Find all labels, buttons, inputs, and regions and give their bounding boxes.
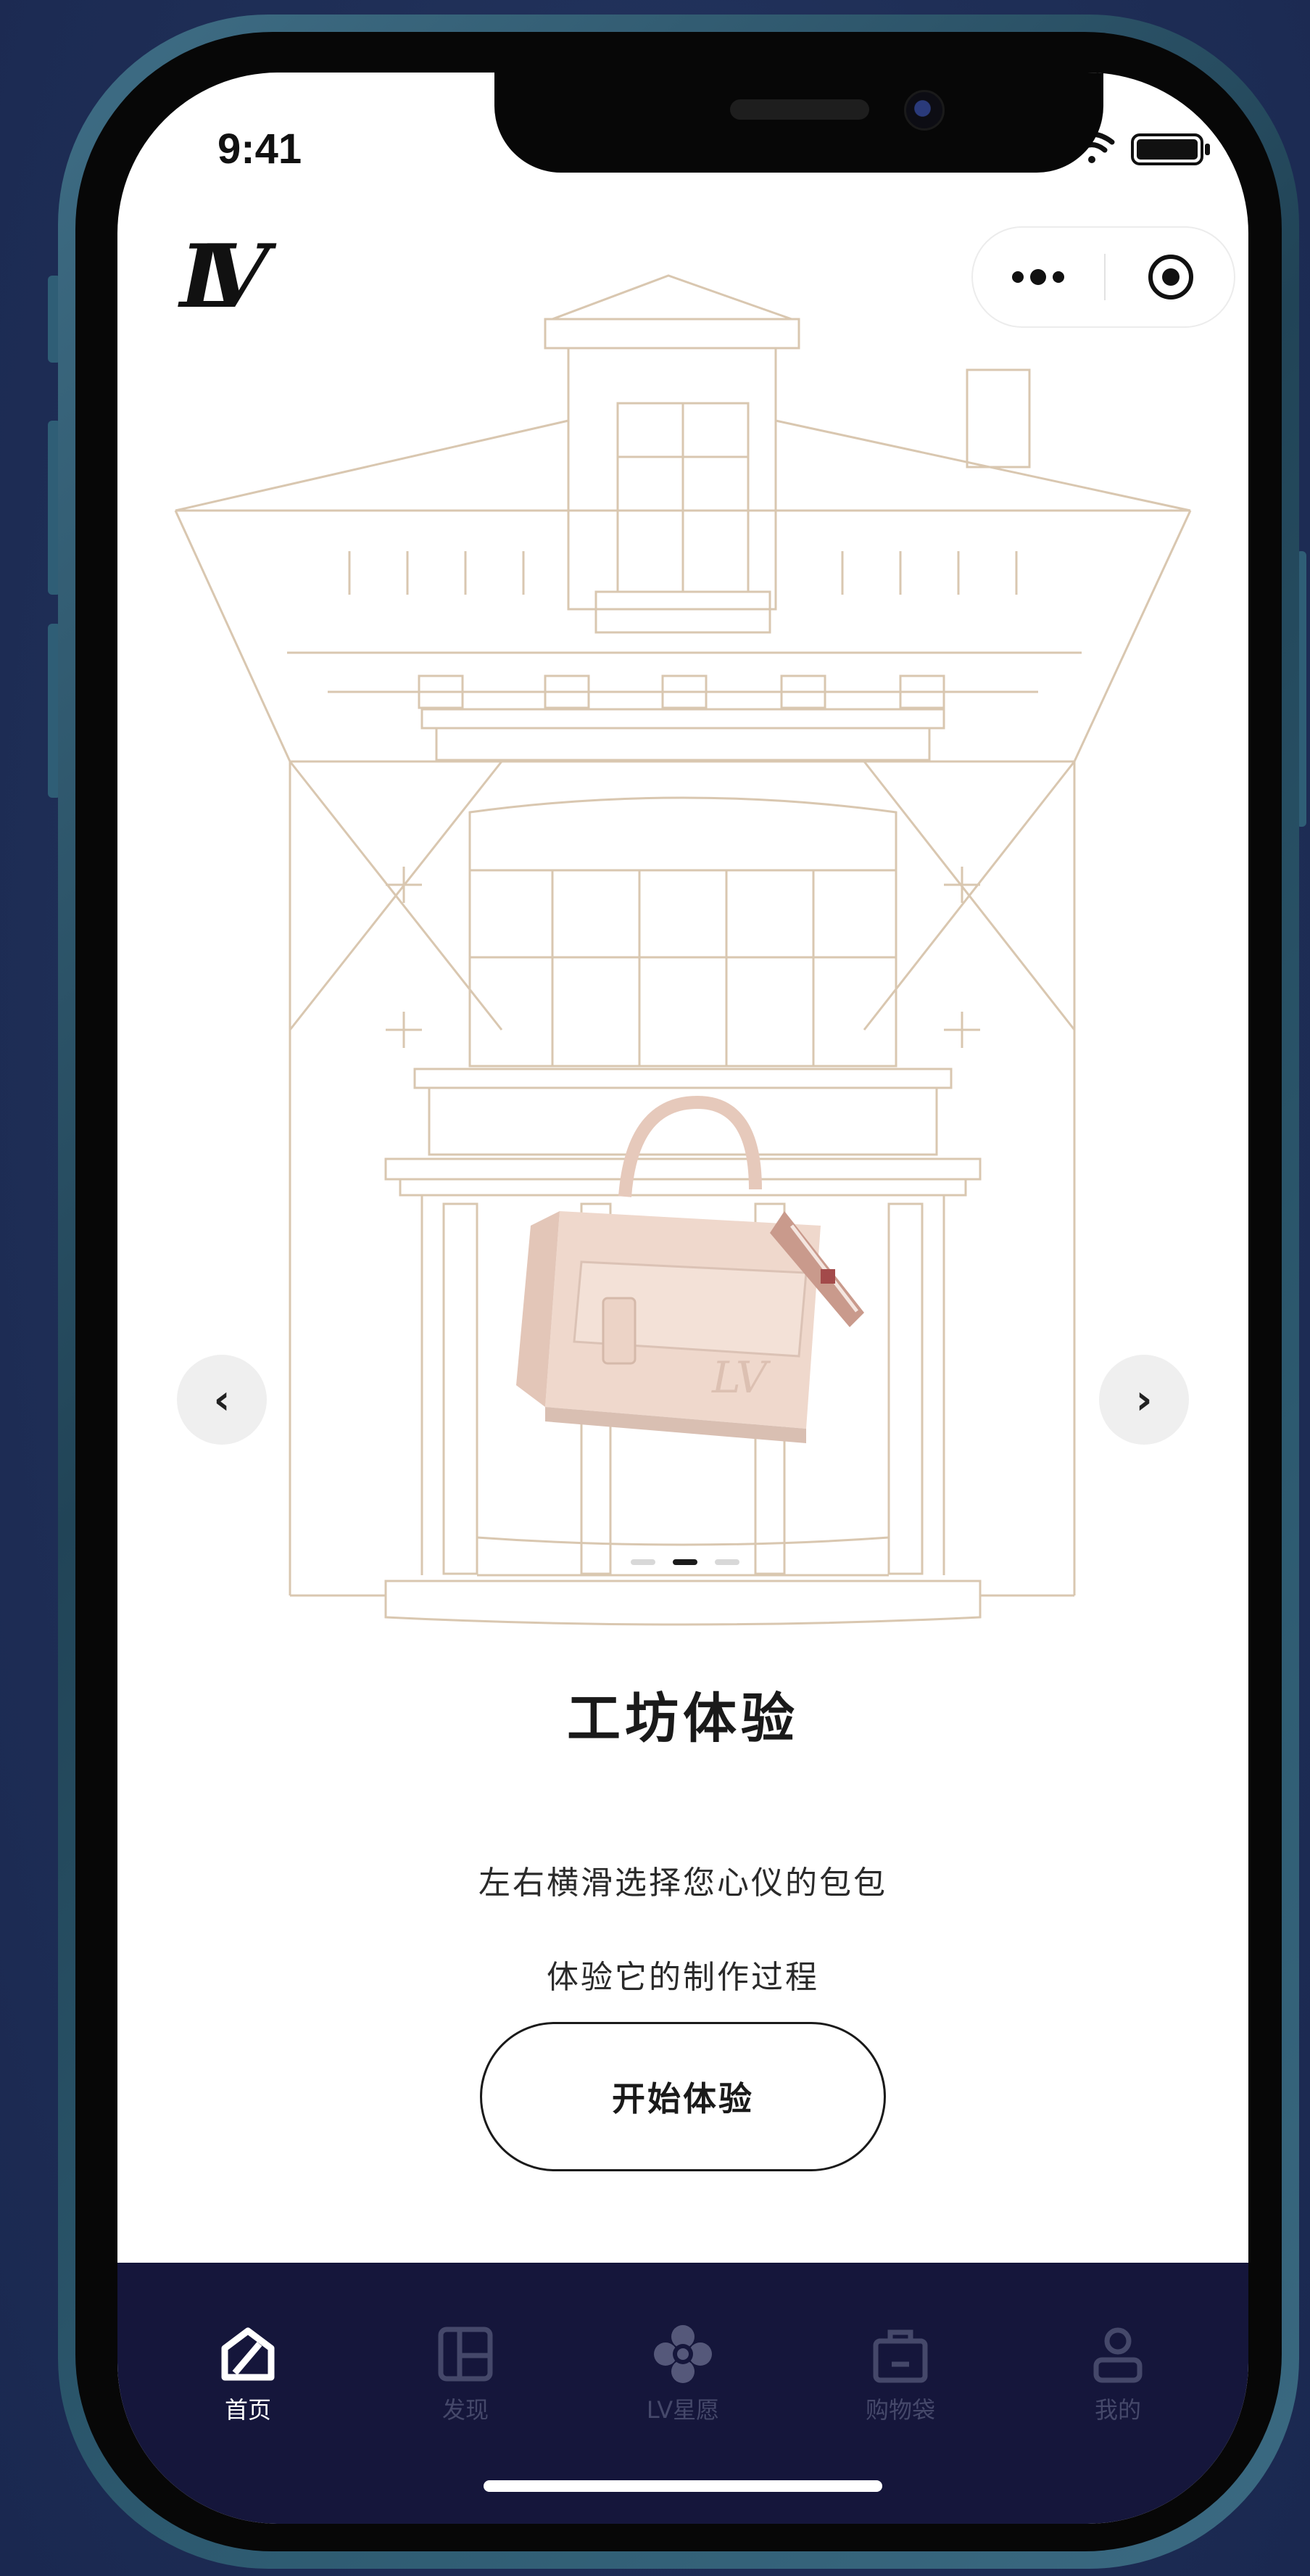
page-dot-active[interactable] <box>673 1559 697 1565</box>
monogram-flower-icon <box>654 2325 712 2383</box>
close-button[interactable] <box>1106 228 1236 326</box>
page-dot[interactable] <box>715 1559 739 1565</box>
mini-program-capsule <box>971 226 1235 328</box>
more-dots-icon <box>1012 269 1064 285</box>
tab-discover[interactable]: 发现 <box>393 2324 538 2432</box>
home-indicator[interactable] <box>484 2480 882 2492</box>
tab-me[interactable]: 我的 <box>1045 2324 1190 2432</box>
page-title: 工坊体验 <box>567 1688 799 1750</box>
grid-icon <box>438 2327 493 2382</box>
tab-home[interactable]: 首页 <box>175 2324 320 2432</box>
handbag-image[interactable]: LV <box>516 1081 864 1487</box>
target-circle-icon <box>1148 255 1193 300</box>
front-camera <box>904 90 945 131</box>
tab-me-label: 我的 <box>1094 2396 1141 2424</box>
tab-home-label: 首页 <box>224 2396 271 2424</box>
svg-text:LV: LV <box>711 1353 771 1403</box>
carousel-prev-button[interactable]: ‹ <box>177 1355 267 1445</box>
tab-shopping-bag-label: 购物袋 <box>865 2396 935 2424</box>
status-time: 9:41 <box>217 125 302 173</box>
notch <box>494 73 1103 173</box>
start-experience-button[interactable]: 开始体验 <box>480 2022 886 2171</box>
lv-logo: LV <box>180 226 269 328</box>
shopping-bag-icon <box>873 2329 928 2383</box>
more-button[interactable] <box>973 228 1103 326</box>
user-icon <box>1093 2327 1143 2383</box>
carousel-next-button[interactable]: › <box>1099 1355 1189 1445</box>
tab-shopping-bag[interactable]: 购物袋 <box>828 2324 973 2432</box>
phone-screen: 9:41 LV LV ‹ › 工坊体验 左右横滑选择您心仪的包包 体验它的制作过… <box>117 73 1248 2524</box>
page-dot[interactable] <box>631 1559 655 1565</box>
battery-icon <box>1131 133 1210 165</box>
tab-lv-wish[interactable]: LV星愿 <box>610 2324 755 2432</box>
description-line-1: 左右横滑选择您心仪的包包 <box>478 1865 887 1902</box>
description-line-2: 体验它的制作过程 <box>547 1959 819 1996</box>
earpiece-speaker <box>730 99 869 120</box>
tab-discover-label: 发现 <box>441 2396 489 2424</box>
home-icon <box>221 2327 275 2381</box>
tab-lv-wish-label: LV星愿 <box>646 2396 720 2424</box>
carousel-pagination <box>631 1559 747 1566</box>
